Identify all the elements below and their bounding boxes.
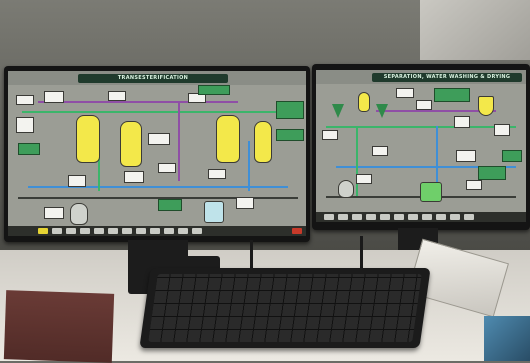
taskbar-button[interactable] [38, 228, 48, 234]
cable [360, 236, 363, 270]
taskbar-button[interactable] [178, 228, 188, 234]
tank-icon[interactable] [70, 203, 88, 225]
value-box [494, 124, 510, 136]
status-panel[interactable] [502, 150, 522, 162]
right-titlebar: SEPARATION, WATER WASHING & DRYING [316, 70, 526, 84]
keyboard-keys [148, 274, 422, 342]
value-box [396, 88, 414, 98]
value-box [16, 117, 34, 133]
pipe-line [356, 126, 358, 196]
taskbar-button[interactable] [52, 228, 62, 234]
value-box [148, 133, 170, 145]
value-box [68, 175, 86, 187]
reactor-vessel-icon[interactable] [120, 121, 142, 167]
pipe-line [326, 126, 516, 128]
taskbar-button[interactable] [464, 214, 474, 220]
left-monitor: TRANSESTERIFICATION [4, 66, 310, 242]
taskbar-button[interactable] [366, 214, 376, 220]
taskbar-button[interactable] [80, 228, 90, 234]
status-panel[interactable] [276, 101, 304, 119]
page-title: SEPARATION, WATER WASHING & DRYING [372, 73, 522, 82]
status-panel[interactable] [18, 143, 40, 155]
reactor-vessel-icon[interactable] [478, 96, 494, 116]
left-screen: TRANSESTERIFICATION [8, 71, 306, 236]
pipe-line [38, 101, 238, 103]
status-panel[interactable] [158, 199, 182, 211]
taskbar-button[interactable] [108, 228, 118, 234]
value-box [16, 95, 34, 105]
status-panel[interactable] [478, 166, 506, 180]
cable [250, 240, 253, 270]
tank-icon[interactable] [204, 201, 224, 223]
value-box [158, 163, 176, 173]
taskbar-button[interactable] [324, 214, 334, 220]
keyboard [139, 268, 431, 348]
value-box [108, 91, 126, 101]
value-box [454, 116, 470, 128]
taskbar-button[interactable] [408, 214, 418, 220]
taskbar-button[interactable] [422, 214, 432, 220]
status-panel[interactable] [276, 129, 304, 141]
left-taskbar [8, 226, 306, 236]
reactor-vessel-icon[interactable] [76, 115, 100, 163]
taskbar-button[interactable] [66, 228, 76, 234]
value-box [208, 169, 226, 179]
value-box [416, 100, 432, 110]
folder [3, 290, 115, 363]
taskbar-button[interactable] [122, 228, 132, 234]
right-taskbar [316, 212, 526, 222]
taskbar-button[interactable] [164, 228, 174, 234]
separator-cone-icon[interactable] [376, 104, 388, 118]
pipe-line [178, 101, 180, 181]
pipe-line [248, 141, 250, 191]
taskbar-button[interactable] [380, 214, 390, 220]
tank-icon[interactable] [420, 182, 442, 202]
value-box [44, 207, 64, 219]
status-panel[interactable] [434, 88, 470, 102]
pipe-line [22, 111, 292, 113]
value-box [466, 180, 482, 190]
value-box [372, 146, 388, 156]
alarm-button[interactable] [292, 228, 302, 234]
value-box [124, 171, 144, 183]
reactor-vessel-icon[interactable] [254, 121, 272, 163]
status-panel[interactable] [198, 85, 230, 95]
taskbar-button[interactable] [436, 214, 446, 220]
value-box [236, 197, 254, 209]
right-screen: SEPARATION, WATER WASHING & DRYING [316, 70, 526, 222]
taskbar-button[interactable] [338, 214, 348, 220]
taskbar-button[interactable] [352, 214, 362, 220]
taskbar-button[interactable] [394, 214, 404, 220]
blue-object [484, 316, 530, 361]
right-monitor: SEPARATION, WATER WASHING & DRYING [312, 64, 530, 230]
taskbar-button[interactable] [450, 214, 460, 220]
taskbar-button[interactable] [192, 228, 202, 234]
value-box [356, 174, 372, 184]
page-title: TRANSESTERIFICATION [78, 74, 228, 83]
reactor-vessel-icon[interactable] [358, 92, 370, 112]
value-box [44, 91, 64, 103]
separator-cone-icon[interactable] [332, 104, 344, 118]
left-titlebar: TRANSESTERIFICATION [8, 71, 306, 85]
value-box [322, 130, 338, 140]
value-box [456, 150, 476, 162]
wall-poster [420, 0, 530, 60]
taskbar-button[interactable] [150, 228, 160, 234]
tank-icon[interactable] [338, 180, 354, 198]
reactor-vessel-icon[interactable] [216, 115, 240, 163]
taskbar-button[interactable] [94, 228, 104, 234]
taskbar-button[interactable] [136, 228, 146, 234]
